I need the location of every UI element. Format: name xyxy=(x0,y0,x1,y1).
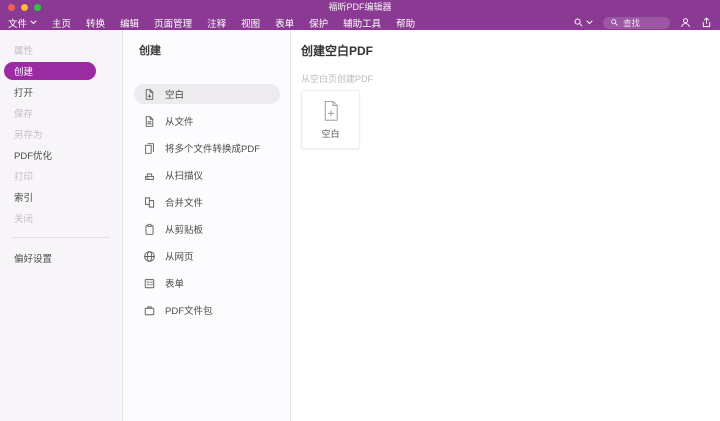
menu-home[interactable]: 主页 xyxy=(52,16,71,30)
panel-item-label: 从扫描仪 xyxy=(165,171,204,182)
menu-view[interactable]: 视图 xyxy=(241,16,260,30)
menu-edit[interactable]: 编辑 xyxy=(120,16,139,30)
clipboard-icon xyxy=(145,223,154,235)
backstage-view: 属性 创建 打开 保存 另存为 PDF优化 打印 索引 关闭 偏好设置 创建 空… xyxy=(0,30,720,421)
panel-item-label: 空白 xyxy=(165,90,185,101)
panel-item-from-clipboard[interactable]: 从剪贴板 xyxy=(134,219,280,239)
find-icon xyxy=(574,18,583,27)
share-icon[interactable] xyxy=(701,17,712,28)
sidebar-item-print: 打印 xyxy=(14,171,34,183)
menu-convert[interactable]: 转换 xyxy=(86,16,105,30)
portfolio-icon xyxy=(144,305,155,315)
menubar: 文件 主页 转换 编辑 页面管理 注释 视图 表单 保护 辅助工具 帮助 xyxy=(0,15,720,30)
traffic-lights xyxy=(8,0,41,15)
panel-item-combine-files[interactable]: 合并文件 xyxy=(134,192,280,212)
file-sidebar: 属性 创建 打开 保存 另存为 PDF优化 打印 索引 关闭 偏好设置 xyxy=(0,30,123,421)
panel-title: 创建 xyxy=(139,45,161,57)
panel-item-label: 将多个文件转换成PDF xyxy=(165,144,261,155)
combine-files-icon xyxy=(144,196,155,208)
menu-file-label: 文件 xyxy=(8,18,28,30)
panel-item-blank[interactable]: 空白 xyxy=(134,84,280,104)
scanner-icon xyxy=(145,173,154,180)
menu-comment[interactable]: 注释 xyxy=(207,16,226,30)
menu-page-management[interactable]: 页面管理 xyxy=(154,16,192,30)
panel-item-form[interactable]: 表单 xyxy=(134,273,280,293)
panel-item-label: 表单 xyxy=(165,279,185,290)
panel-item-pdf-portfolio[interactable]: PDF文件包 xyxy=(134,300,280,320)
panel-item-from-web-page[interactable]: 从网页 xyxy=(134,246,280,266)
sidebar-item-save: 保存 xyxy=(14,108,34,120)
sidebar-item-pdf-optimize[interactable]: PDF优化 xyxy=(0,144,122,165)
quick-search-box[interactable] xyxy=(603,16,670,29)
globe-icon xyxy=(144,250,155,262)
panel-item-label: 从剪贴板 xyxy=(165,225,204,236)
sidebar-divider xyxy=(12,237,110,238)
blank-pdf-card[interactable]: 空白 xyxy=(301,90,360,149)
menu-accessibility-tools[interactable]: 辅助工具 xyxy=(343,16,381,30)
search-icon xyxy=(611,19,618,26)
sidebar-item-properties: 属性 xyxy=(14,45,34,57)
zoom-window-button[interactable] xyxy=(34,4,41,11)
sidebar-item-save-as: 另存为 xyxy=(14,129,43,141)
create-options-list: 空白 从文件 将多个文件转换成PDF 从扫描仪 合并文件 从剪贴板 从网页 表单… xyxy=(123,84,290,320)
form-icon xyxy=(144,278,155,288)
close-window-button[interactable] xyxy=(8,4,15,11)
panel-item-label: PDF文件包 xyxy=(165,306,213,317)
menu-help[interactable]: 帮助 xyxy=(396,16,415,30)
panel-item-label: 从文件 xyxy=(165,117,194,128)
sidebar-item-open[interactable]: 打开 xyxy=(0,81,122,102)
find-options-button[interactable] xyxy=(573,17,593,28)
panel-item-from-file[interactable]: 从文件 xyxy=(134,111,280,131)
page-subtitle: 从空白页创建PDF xyxy=(301,74,374,84)
window-title: 福昕PDF编辑器 xyxy=(328,2,392,12)
menu-items: 文件 主页 转换 编辑 页面管理 注释 视图 表单 保护 辅助工具 帮助 xyxy=(8,16,415,30)
account-icon[interactable] xyxy=(680,17,691,28)
menu-file[interactable]: 文件 xyxy=(8,16,37,30)
panel-item-multiple-files-to-pdf[interactable]: 将多个文件转换成PDF xyxy=(134,138,280,158)
panel-item-from-scanner[interactable]: 从扫描仪 xyxy=(134,165,280,185)
multiple-files-icon xyxy=(145,142,154,154)
chevron-down-icon xyxy=(586,20,593,24)
content-area: 创建空白PDF 从空白页创建PDF 空白 xyxy=(291,30,720,421)
titlebar: 福昕PDF编辑器 xyxy=(0,0,720,15)
card-label: 空白 xyxy=(321,129,340,139)
blank-page-plus-icon xyxy=(145,88,154,100)
page-title: 创建空白PDF xyxy=(301,44,374,58)
menu-protect[interactable]: 保护 xyxy=(309,16,328,30)
sidebar-item-preferences[interactable]: 偏好设置 xyxy=(0,247,122,268)
app-window: 福昕PDF编辑器 文件 主页 转换 编辑 页面管理 注释 视图 表单 保护 辅助… xyxy=(0,0,720,421)
chevron-down-icon xyxy=(30,20,37,24)
file-icon xyxy=(145,115,154,127)
menubar-right xyxy=(573,16,712,29)
panel-item-label: 合并文件 xyxy=(165,198,204,209)
create-panel: 创建 空白 从文件 将多个文件转换成PDF 从扫描仪 合并文件 从剪贴板 从网页… xyxy=(123,30,291,421)
sidebar-item-create[interactable]: 创建 xyxy=(4,61,96,80)
sidebar-item-index[interactable]: 索引 xyxy=(0,186,122,207)
panel-item-label: 从网页 xyxy=(165,252,194,263)
minimize-window-button[interactable] xyxy=(21,4,28,11)
document-plus-icon xyxy=(324,100,338,121)
sidebar-item-close: 关闭 xyxy=(14,213,34,225)
search-input[interactable] xyxy=(623,17,663,28)
menu-form[interactable]: 表单 xyxy=(275,16,294,30)
